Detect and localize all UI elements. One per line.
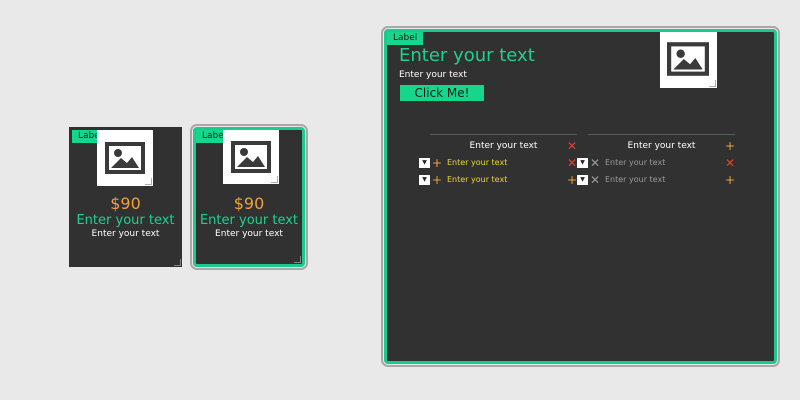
click-me-button[interactable]: Click Me! xyxy=(400,85,484,101)
row-dropdown[interactable]: ▼ xyxy=(577,175,588,185)
plus-icon[interactable]: + xyxy=(725,140,735,152)
close-icon[interactable]: ✕ xyxy=(725,157,735,169)
list-item-text[interactable]: Enter your text xyxy=(605,158,665,167)
resize-grip[interactable] xyxy=(271,176,278,183)
close-icon[interactable]: ✕ xyxy=(567,157,577,169)
list-item-text[interactable]: Enter your text xyxy=(605,175,665,184)
list-item-text[interactable]: Enter your text xyxy=(447,175,507,184)
product-card-2-selection[interactable]: Label $90 Enter your text Enter your tex… xyxy=(190,124,308,270)
card-subtitle: Enter your text xyxy=(215,229,283,239)
content-panel[interactable]: Label Enter your text Enter your text Cl… xyxy=(384,29,777,364)
close-icon[interactable]: ✕ xyxy=(590,174,600,186)
row-dropdown[interactable]: ▼ xyxy=(577,158,588,168)
close-icon[interactable]: ✕ xyxy=(567,140,577,152)
row-dropdown[interactable]: ▼ xyxy=(419,158,430,168)
image-icon xyxy=(660,32,717,88)
panel-title: Enter your text xyxy=(399,45,535,66)
image-icon xyxy=(97,130,153,186)
resize-grip[interactable] xyxy=(145,178,152,185)
plus-icon[interactable]: + xyxy=(725,174,735,186)
panel-label-tag: Label xyxy=(387,32,424,45)
list-header: Enter your text xyxy=(627,141,696,151)
card-title: Enter your text xyxy=(76,213,175,228)
image-icon xyxy=(223,130,279,184)
resize-grip[interactable] xyxy=(174,259,181,266)
close-icon[interactable]: ✕ xyxy=(590,157,600,169)
row-dropdown[interactable]: ▼ xyxy=(419,175,430,185)
product-card-1[interactable]: Label $90 Enter your text Enter your tex… xyxy=(69,127,182,267)
price-text: $90 xyxy=(233,194,265,213)
panel-selection[interactable]: Label Enter your text Enter your text Cl… xyxy=(381,26,780,367)
plus-icon[interactable]: + xyxy=(432,174,442,186)
list-divider xyxy=(430,134,577,135)
price-text: $90 xyxy=(110,194,141,213)
resize-grip[interactable] xyxy=(709,80,716,87)
list-item-text[interactable]: Enter your text xyxy=(447,158,507,167)
card-subtitle: Enter your text xyxy=(91,229,160,239)
product-card-2[interactable]: Label $90 Enter your text Enter your tex… xyxy=(193,127,305,267)
list-header: Enter your text xyxy=(469,141,538,151)
plus-icon[interactable]: + xyxy=(567,174,577,186)
list-divider xyxy=(588,134,735,135)
card-title: Enter your text xyxy=(199,213,299,228)
panel-subtitle: Enter your text xyxy=(399,70,467,80)
resize-grip[interactable] xyxy=(294,256,301,263)
plus-icon[interactable]: + xyxy=(432,157,442,169)
